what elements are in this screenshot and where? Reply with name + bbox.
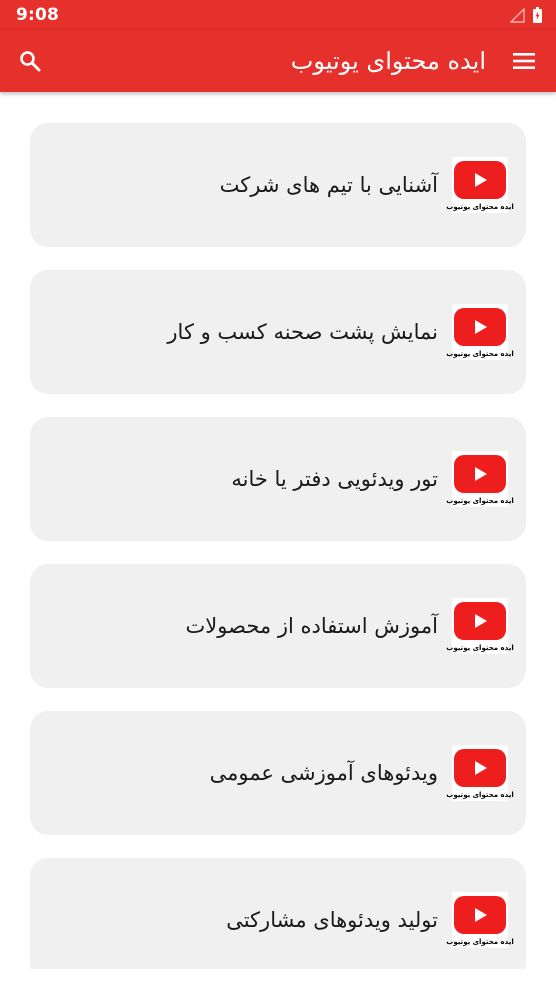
item-thumbnail: ایده محتوای یوتیوب [446, 598, 514, 654]
youtube-play-icon [454, 749, 506, 787]
item-thumbnail: ایده محتوای یوتیوب [446, 892, 514, 948]
thumbnail-caption: ایده محتوای یوتیوب [446, 938, 514, 946]
item-thumbnail: ایده محتوای یوتیوب [446, 304, 514, 360]
thumbnail-caption: ایده محتوای یوتیوب [446, 203, 514, 211]
menu-icon [513, 53, 535, 69]
status-time: 9:08 [16, 5, 60, 25]
youtube-play-icon [454, 161, 506, 199]
thumbnail-caption: ایده محتوای یوتیوب [446, 791, 514, 799]
ideas-list[interactable]: ایده محتوای یوتیوب آشنایی با تیم های شرک… [0, 92, 556, 969]
item-label: تولید ویدئوهای مشارکتی [226, 908, 438, 932]
item-label: تور ویدئویی دفتر یا خانه [231, 467, 438, 491]
list-item[interactable]: ایده محتوای یوتیوب تور ویدئویی دفتر یا خ… [30, 417, 526, 541]
search-button[interactable] [16, 47, 44, 75]
youtube-play-icon [454, 308, 506, 346]
app-bar: ایده محتوای یوتیوب [0, 30, 556, 92]
menu-button[interactable] [510, 47, 538, 75]
youtube-play-icon [454, 602, 506, 640]
signal-icon [510, 7, 525, 23]
list-item[interactable]: ایده محتوای یوتیوب آشنایی با تیم های شرک… [30, 123, 526, 247]
item-thumbnail: ایده محتوای یوتیوب [446, 745, 514, 801]
page-title: ایده محتوای یوتیوب [290, 47, 486, 75]
thumbnail-caption: ایده محتوای یوتیوب [446, 497, 514, 505]
list-item[interactable]: ایده محتوای یوتیوب نمایش پشت صحنه کسب و … [30, 270, 526, 394]
item-label: ویدئوهای آموزشی عمومی [209, 761, 438, 785]
battery-icon [533, 7, 542, 23]
item-label: نمایش پشت صحنه کسب و کار [167, 320, 438, 344]
list-item[interactable]: ایده محتوای یوتیوب ویدئوهای آموزشی عمومی [30, 711, 526, 835]
search-icon [20, 51, 41, 72]
item-label: آموزش استفاده از محصولات [185, 614, 438, 638]
list-item[interactable]: ایده محتوای یوتیوب تولید ویدئوهای مشارکت… [30, 858, 526, 969]
item-label: آشنایی با تیم های شرکت [219, 173, 438, 197]
status-icons [510, 7, 542, 23]
list-item[interactable]: ایده محتوای یوتیوب آموزش استفاده از محصو… [30, 564, 526, 688]
status-bar: 9:08 [0, 0, 556, 30]
bottom-area [0, 969, 556, 988]
youtube-play-icon [454, 455, 506, 493]
thumbnail-caption: ایده محتوای یوتیوب [446, 350, 514, 358]
thumbnail-caption: ایده محتوای یوتیوب [446, 644, 514, 652]
item-thumbnail: ایده محتوای یوتیوب [446, 451, 514, 507]
youtube-play-icon [454, 896, 506, 934]
item-thumbnail: ایده محتوای یوتیوب [446, 157, 514, 213]
